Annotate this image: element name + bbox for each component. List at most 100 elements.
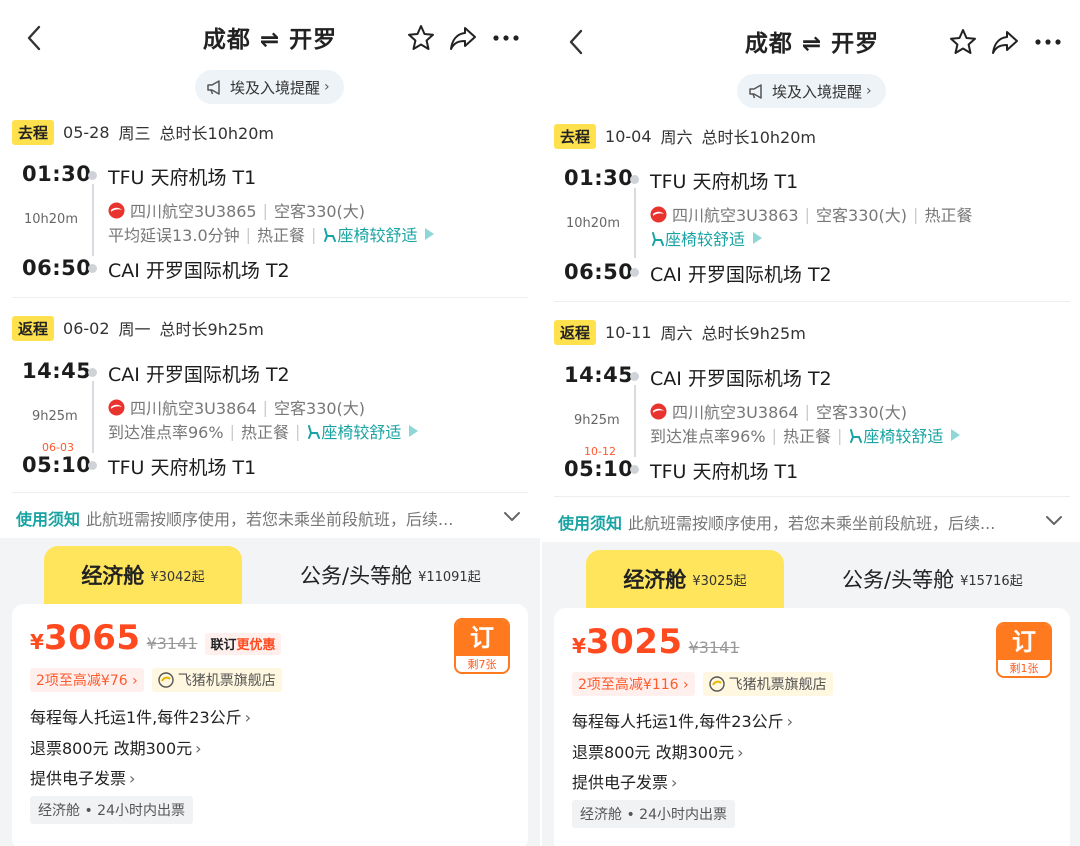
baggage-info-text: 每程每人托运1件,每件23公斤 — [572, 712, 784, 731]
divider: | — [804, 204, 811, 224]
segment-date: 10-04 — [605, 126, 652, 146]
shop-chip[interactable]: 飞猪机票旗舰店 — [151, 668, 282, 692]
seat-comfort-text: 座椅较舒适 — [665, 230, 746, 249]
usage-rules-row[interactable]: 使用须知 此航班需按顺序使用，若您未乘坐前段航班，后续... — [558, 510, 1066, 534]
flight-info-line: 四川航空3U3864 | 空客330(大) — [650, 399, 907, 423]
timeline-dot — [630, 175, 639, 184]
seat-comfort-text: 座椅较舒适 — [337, 226, 418, 245]
chevron-down-icon[interactable] — [502, 508, 522, 524]
business-from-price: ¥11091起 — [418, 569, 481, 585]
promo-badge: 联订 更优惠 — [205, 632, 281, 655]
seat-comfort-link[interactable]: 座椅较舒适 — [650, 226, 763, 250]
outbound-segment[interactable]: 去程 10-04 周六 总时长10h20m 01:30 TFU 天府机场 T1 … — [554, 122, 1070, 302]
refund-info[interactable]: 退票800元 改期300元 › — [572, 739, 744, 763]
usage-rules-label: 使用须知 — [558, 514, 623, 533]
discount-chip[interactable]: 2项至高减¥76 › — [30, 668, 144, 692]
entry-notice-pill[interactable]: 埃及入境提醒 › — [737, 74, 886, 108]
seat-comfort-link[interactable]: 座椅较舒适 — [848, 423, 961, 447]
play-arrow-icon — [753, 232, 763, 244]
header: 成都 ⇌ 开罗 — [542, 20, 1080, 64]
tab-business-first[interactable]: 公务/头等舱 ¥15716起 — [842, 550, 1023, 608]
arrival-airport: CAI 开罗国际机场 T2 — [108, 260, 290, 282]
entry-notice-text: 埃及入境提醒 — [230, 78, 321, 97]
destination-city: 开罗 — [289, 27, 338, 53]
departure-time: 14:45 — [564, 363, 634, 387]
promo-badge-text-b: 更优惠 — [236, 638, 276, 653]
original-price: ¥3141 — [688, 638, 740, 657]
segment-divider — [12, 297, 528, 298]
tab-economy[interactable]: 经济舱 ¥3042起 — [44, 546, 242, 604]
invoice-info[interactable]: 提供电子发票 › — [572, 769, 677, 793]
usage-rules-text: 此航班需按顺序使用，若您未乘坐前段航班，后续... — [86, 510, 454, 529]
return-segment[interactable]: 返程 06-02 周一 总时长9h25m 14:45 CAI 开罗国际机场 T2… — [12, 314, 528, 494]
baggage-info[interactable]: 每程每人托运1件,每件23公斤 › — [572, 708, 793, 732]
share-icon[interactable] — [447, 22, 479, 54]
segment-header: 去程 10-04 周六 总时长10h20m — [554, 122, 1070, 150]
fare-card[interactable]: ¥ 3025 ¥3141 订 剩1张 2项至高减¥116 › 飞猪机票旗舰店 每… — [554, 608, 1070, 846]
price-amount: 3025 — [585, 622, 683, 662]
chevron-right-icon: › — [129, 769, 136, 788]
usage-rules-label: 使用须知 — [16, 510, 81, 529]
usage-rules-row[interactable]: 使用须知 此航班需按顺序使用，若您未乘坐前段航班，后续... — [16, 506, 524, 530]
star-icon[interactable] — [405, 22, 437, 54]
discount-chip[interactable]: 2项至高减¥116 › — [572, 672, 695, 696]
meal-info: 热正餐 — [240, 423, 289, 442]
departure-airport: TFU 天府机场 T1 — [108, 167, 257, 189]
on-time-info: 到达准点率96% — [650, 427, 766, 446]
share-icon[interactable] — [989, 26, 1021, 58]
arrival-time: 05:10 — [564, 457, 634, 481]
aircraft-type: 空客330(大) — [274, 202, 366, 221]
airline-flight-number: 四川航空3U3863 — [672, 206, 799, 225]
tab-economy[interactable]: 经济舱 ¥3025起 — [586, 550, 784, 608]
book-button[interactable]: 订 剩7张 — [454, 618, 510, 674]
arrival-airport: CAI 开罗国际机场 T2 — [650, 264, 832, 286]
star-icon[interactable] — [947, 26, 979, 58]
swap-icon[interactable]: ⇌ — [802, 31, 822, 57]
refund-info-text: 退票800元 改期300元 — [30, 739, 193, 758]
seat-comfort-link[interactable]: 座椅较舒适 — [306, 419, 419, 443]
departure-time: 14:45 — [22, 359, 92, 383]
meal-info: 热正餐 — [257, 226, 306, 245]
refund-info-text: 退票800元 改期300元 — [572, 743, 735, 762]
price-row: ¥ 3025 ¥3141 — [572, 622, 739, 662]
meal-info: 热正餐 — [924, 206, 973, 225]
outbound-segment[interactable]: 去程 05-28 周三 总时长10h20m 01:30 TFU 天府机场 T1 … — [12, 118, 528, 298]
invoice-info-text: 提供电子发票 — [30, 769, 127, 788]
on-time-info: 到达准点率96% — [108, 423, 224, 442]
sichuan-airlines-logo-icon — [650, 206, 667, 222]
entry-notice-pill[interactable]: 埃及入境提醒 › — [195, 70, 344, 104]
timeline-line — [634, 188, 636, 258]
baggage-info[interactable]: 每程每人托运1件,每件23公斤 › — [30, 704, 251, 728]
seat-comfort-link[interactable]: 座椅较舒适 — [322, 222, 435, 246]
chevron-right-icon: › — [786, 712, 794, 731]
return-segment[interactable]: 返程 10-11 周六 总时长9h25m 14:45 CAI 开罗国际机场 T2… — [554, 318, 1070, 498]
departure-time: 01:30 — [22, 162, 92, 186]
timeline-dot — [630, 372, 639, 381]
seat-icon — [850, 428, 863, 443]
economy-from-price: ¥3042起 — [150, 569, 205, 585]
business-tab-label: 公务/头等舱 — [842, 568, 955, 592]
tab-business-first[interactable]: 公务/头等舱 ¥11091起 — [300, 546, 481, 604]
timeline-dot — [88, 171, 97, 180]
book-button[interactable]: 订 剩1张 — [996, 622, 1052, 678]
fare-card[interactable]: ¥ 3065 ¥3141 联订 更优惠 订 剩7张 2项至高减¥76 › 飞猪机票… — [12, 604, 528, 846]
more-icon[interactable] — [490, 22, 522, 54]
segment-date: 05-28 — [63, 122, 110, 142]
shop-chip[interactable]: 飞猪机票旗舰店 — [702, 672, 833, 696]
departure-time: 01:30 — [564, 166, 634, 190]
promo-badge-text-a: 联订 — [210, 638, 237, 653]
divider: | — [311, 224, 317, 244]
arrival-time: 05:10 — [22, 453, 92, 477]
flight-duration: 10h20m — [566, 216, 620, 231]
swap-icon[interactable]: ⇌ — [260, 27, 280, 53]
chevron-right-icon: › — [737, 743, 744, 762]
origin-city: 成都 — [744, 31, 793, 57]
chevron-right-icon: › — [195, 739, 202, 758]
chevron-down-icon[interactable] — [1044, 512, 1064, 528]
header: 成都 ⇌ 开罗 — [0, 16, 540, 60]
invoice-info[interactable]: 提供电子发票 › — [30, 765, 135, 789]
seat-icon — [308, 424, 321, 439]
refund-info[interactable]: 退票800元 改期300元 › — [30, 735, 202, 759]
more-icon[interactable] — [1032, 26, 1064, 58]
segment-total-duration: 总时长10h20m — [701, 128, 816, 147]
